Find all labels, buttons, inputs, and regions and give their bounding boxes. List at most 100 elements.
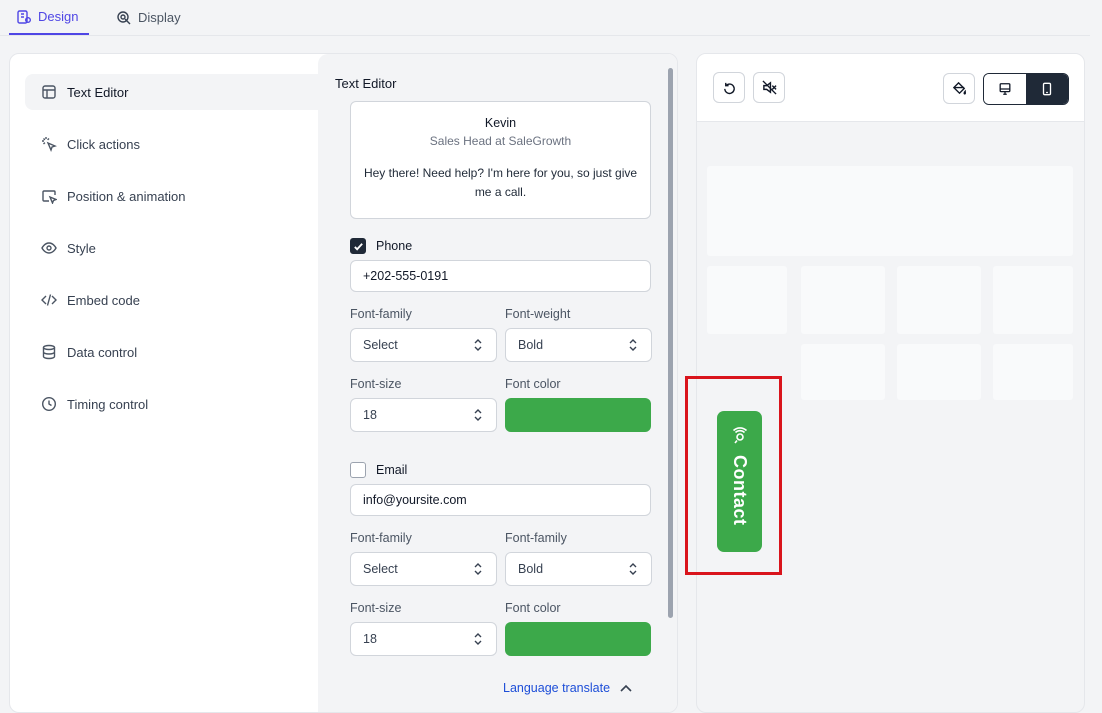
phone-call-icon	[732, 427, 747, 444]
phone-label: Phone	[376, 239, 413, 253]
email-font-size-label: Font-size	[350, 601, 402, 615]
select-value: 18	[363, 408, 377, 422]
undo-icon	[723, 82, 735, 95]
paint-bucket-button[interactable]	[943, 73, 975, 104]
phone-font-family-select[interactable]: Select	[350, 328, 497, 362]
database-icon	[42, 344, 56, 360]
mute-button[interactable]	[753, 72, 785, 103]
tab-display[interactable]: Display	[116, 0, 196, 35]
nav-item-label: Data control	[67, 344, 138, 360]
preview-name: Kevin	[484, 116, 517, 130]
email-font-weight-label: Font-family	[505, 531, 567, 545]
design-icon	[17, 9, 31, 24]
mute-icon	[761, 80, 777, 95]
preview-message: Hey there! Need help? I'm here for you, …	[363, 166, 638, 199]
select-value: Bold	[518, 338, 544, 352]
email-value: info@yoursite.com	[363, 493, 467, 507]
nav-item-style[interactable]: Style	[25, 230, 318, 266]
nav-item-label: Style	[67, 240, 96, 256]
cursor-target-icon	[117, 10, 131, 24]
chevron-up-down-icon	[474, 339, 482, 351]
email-checkbox[interactable]	[350, 462, 366, 478]
skeleton-tile	[993, 266, 1073, 334]
email-label: Email	[376, 463, 408, 477]
skeleton-tile	[707, 266, 787, 334]
desktop-icon	[999, 83, 1011, 95]
email-input[interactable]: info@yoursite.com	[350, 484, 651, 516]
nav-item-timing-control[interactable]: Timing control	[25, 386, 318, 422]
text-preview: Kevin Sales Head at SaleGrowth Hey there…	[350, 101, 651, 219]
language-translate-toggle[interactable]: Language translate	[503, 681, 632, 695]
desktop-view-button[interactable]	[984, 74, 1026, 104]
chevron-up-down-icon	[474, 633, 482, 645]
phone-font-size-label: Font-size	[350, 377, 402, 391]
nav-item-label: Click actions	[67, 136, 140, 152]
nav-item-click-actions[interactable]: Click actions	[25, 126, 318, 162]
skeleton-tile	[897, 266, 981, 334]
skeleton-tile	[993, 344, 1073, 400]
phone-font-weight-label: Font-weight	[505, 307, 571, 321]
nav-item-label: Timing control	[67, 396, 149, 412]
phone-font-color-label: Font color	[505, 377, 561, 391]
phone-font-color-picker[interactable]	[505, 398, 651, 432]
phone-value: +202-555-0191	[363, 269, 449, 283]
phone-checkbox[interactable]	[350, 238, 366, 254]
text-editor-panel: Text Editor Kevin Sales Head at SaleGrow…	[318, 54, 677, 712]
phone-font-size-select[interactable]: 18	[350, 398, 497, 432]
check-icon	[353, 242, 363, 251]
editor-scrollbar[interactable]	[668, 68, 673, 618]
email-toggle-row: Email	[350, 462, 407, 478]
nav-item-position-animation[interactable]: Position & animation	[25, 178, 318, 214]
nav-item-label: Position & animation	[67, 188, 186, 204]
phone-input[interactable]: +202-555-0191	[350, 260, 651, 292]
email-font-size-select[interactable]: 18	[350, 622, 497, 656]
language-translate-label: Language translate	[503, 681, 611, 695]
chevron-up-down-icon	[474, 409, 482, 421]
nav-item-data-control[interactable]: Data control	[25, 334, 318, 370]
cursor-window-icon	[42, 190, 57, 204]
select-value: 18	[363, 632, 377, 646]
preview-role: Sales Head at SaleGrowth	[429, 134, 572, 148]
settings-card: Text Editor Click actions Position & ani…	[9, 53, 678, 713]
chevron-up-icon	[620, 684, 632, 692]
tab-design[interactable]: Design	[9, 0, 89, 35]
nav-item-text-editor[interactable]: Text Editor	[25, 74, 318, 110]
chevron-up-down-icon	[629, 339, 637, 351]
chevron-up-down-icon	[474, 563, 482, 575]
code-icon	[41, 294, 57, 306]
top-tabs: Design Display	[0, 0, 1090, 36]
contact-widget-button[interactable]: Contact	[717, 411, 762, 552]
contact-widget-label: Contact	[730, 455, 750, 526]
undo-button[interactable]	[713, 72, 745, 103]
preview-toolbar	[697, 54, 1084, 122]
email-font-color-label: Font color	[505, 601, 561, 615]
phone-toggle-row: Phone	[350, 238, 412, 254]
skeleton-tile	[801, 266, 885, 334]
select-value: Select	[363, 562, 398, 576]
skeleton-banner	[707, 166, 1073, 256]
email-font-family-select[interactable]: Select	[350, 552, 497, 586]
paint-bucket-icon	[952, 81, 966, 95]
nav-item-label: Embed code	[67, 292, 140, 308]
eye-icon	[41, 242, 57, 254]
settings-nav: Text Editor Click actions Position & ani…	[10, 54, 318, 712]
skeleton-tile	[801, 344, 885, 400]
clock-icon	[41, 396, 57, 412]
phone-font-family-label: Font-family	[350, 307, 412, 321]
tab-display-label: Display	[138, 10, 181, 25]
chevron-up-down-icon	[629, 563, 637, 575]
select-value: Select	[363, 338, 398, 352]
device-toggle	[983, 73, 1069, 105]
email-font-weight-select[interactable]: Bold	[505, 552, 652, 586]
phone-font-weight-select[interactable]: Bold	[505, 328, 652, 362]
editor-title: Text Editor	[335, 76, 397, 91]
skeleton-tile	[897, 344, 981, 400]
nav-item-embed-code[interactable]: Embed code	[25, 282, 318, 318]
layout-icon	[42, 85, 56, 99]
preview-card: Contact	[696, 53, 1085, 713]
email-font-family-label: Font-family	[350, 531, 412, 545]
nav-item-label: Text Editor	[67, 84, 129, 100]
email-font-color-picker[interactable]	[505, 622, 651, 656]
mobile-view-button[interactable]	[1026, 74, 1068, 104]
pointer-click-icon	[42, 137, 57, 152]
